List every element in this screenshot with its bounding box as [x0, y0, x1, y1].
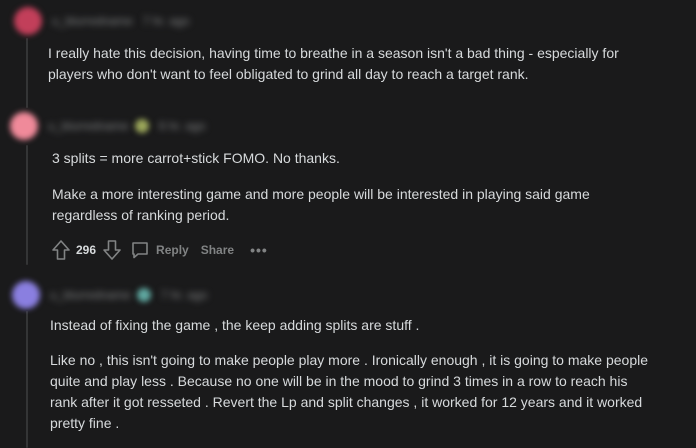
- comment-line: 3 splits = more carrot+stick FOMO. No th…: [52, 150, 340, 166]
- comment-text: Like no , this isn't going to make peopl…: [50, 350, 648, 434]
- comment-line: quite and play less . Because no one wil…: [50, 373, 628, 389]
- comment-header: u_blurredname 7 hr. ago: [14, 6, 189, 36]
- comment-line: Like no , this isn't going to make peopl…: [50, 352, 649, 368]
- comment-line: Instead of fixing the game , the keep ad…: [50, 317, 420, 333]
- comment-line: I really hate this decision, having time…: [48, 45, 619, 61]
- timestamp: 7 hr. ago: [142, 14, 190, 28]
- upvote-arrow-icon[interactable]: [51, 239, 71, 261]
- flair-icon: [136, 288, 151, 302]
- comment-line: Make a more interesting game and more pe…: [52, 186, 590, 202]
- reply-button[interactable]: Reply: [130, 240, 189, 260]
- vote-score: 296: [76, 243, 97, 257]
- share-button[interactable]: Share: [201, 243, 234, 257]
- username[interactable]: u_blurredname: [52, 14, 133, 28]
- username[interactable]: u_blurredname: [50, 288, 131, 302]
- comment-line: players who don't want to feel obligated…: [48, 66, 529, 82]
- flair-icon: [134, 119, 149, 133]
- timestamp: 6 hr. ago: [158, 119, 206, 133]
- comment-text: Instead of fixing the game , the keep ad…: [50, 315, 419, 336]
- comment-text: I really hate this decision, having time…: [48, 43, 619, 85]
- comment-header: u_blurredname 6 hr. ago: [10, 111, 205, 141]
- avatar[interactable]: [10, 112, 38, 140]
- comment-header: u_blurredname 7 hr. ago: [12, 280, 207, 310]
- comment-actions: 296 Reply Share •••: [51, 238, 268, 262]
- downvote-arrow-icon[interactable]: [102, 239, 122, 261]
- comment-line: pretty fine .: [50, 415, 120, 431]
- speech-bubble-icon: [130, 240, 150, 260]
- comment-thread: u_blurredname 7 hr. ago I really hate th…: [0, 0, 696, 448]
- thread-line[interactable]: [26, 311, 28, 448]
- timestamp: 7 hr. ago: [160, 288, 208, 302]
- thread-line[interactable]: [26, 38, 28, 108]
- comment-line: rank after it got resseted . Revert the …: [50, 394, 643, 410]
- avatar[interactable]: [14, 7, 42, 35]
- thread-line[interactable]: [26, 145, 28, 265]
- share-label: Share: [200, 243, 235, 257]
- comment-text: 3 splits = more carrot+stick FOMO. No th…: [52, 148, 340, 169]
- more-options-button[interactable]: •••: [250, 242, 268, 258]
- comment-line: regardless of ranking period.: [52, 207, 230, 223]
- comment-text: Make a more interesting game and more pe…: [52, 184, 590, 226]
- username[interactable]: u_blurredname: [48, 119, 129, 133]
- reply-label: Reply: [156, 243, 189, 257]
- avatar[interactable]: [12, 281, 40, 309]
